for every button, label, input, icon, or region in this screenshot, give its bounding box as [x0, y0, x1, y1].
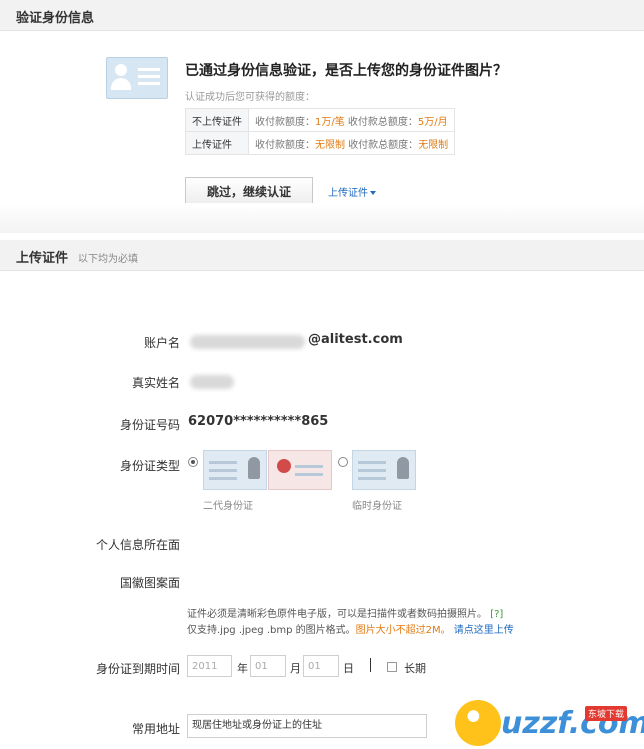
address-label: 常用地址: [131, 722, 180, 736]
upload-section-title: 上传证件: [16, 251, 69, 266]
limit-single: 收付款额度：1万/笔 收付款总额度：5万/月: [247, 108, 456, 132]
realname-label: 真实姓名: [131, 376, 180, 390]
verify-hint: 认证成功后您可获得的额度：: [185, 92, 315, 103]
logo-icon: [455, 700, 501, 746]
expiry-year-input[interactable]: 2011: [187, 655, 232, 677]
table-row: 上传证件 收付款额度：无限制 收付款总额度：无限制: [185, 131, 456, 155]
address-input[interactable]: 现居住地址或身份证上的住址: [187, 714, 427, 738]
idtype-radio-temporary[interactable]: [338, 457, 348, 467]
id-card-icon: [106, 57, 168, 99]
upload-id-link[interactable]: 上传证件: [328, 184, 376, 199]
month-unit: 月: [290, 662, 301, 675]
longterm-checkbox[interactable]: [387, 662, 397, 672]
upload-notice: 证件必须是清晰彩色原件电子版，可以是扫描件或者数码拍摄照片。 [?] 仅支持.j…: [187, 609, 514, 636]
caret-down-icon: [370, 191, 376, 195]
verify-question: 已通过身份信息验证，是否上传您的身份证件图片？: [185, 63, 507, 79]
front-side-label: 个人信息所在面: [95, 538, 180, 552]
second-gen-front-thumb: [203, 450, 267, 490]
help-link[interactable]: [?]: [490, 609, 503, 620]
expiry-day-input[interactable]: 01: [303, 655, 339, 677]
idtype-label: 身份证类型: [119, 459, 180, 473]
idtype-radio-second-gen[interactable]: [188, 457, 198, 467]
idtype-caption-temporary: 临时身份证: [352, 501, 402, 512]
divider: [370, 658, 371, 672]
temporary-id-thumb: [352, 450, 416, 490]
longterm-label: 长期: [404, 662, 426, 675]
idtype-caption-second-gen: 二代身份证: [203, 501, 253, 512]
account-name-blurred: [190, 335, 305, 349]
limits-table: 不上传证件 收付款额度：1万/笔 收付款总额度：5万/月 上传证件 收付款额度：…: [185, 108, 456, 155]
site-watermark: uzzf.com 东坡下载: [455, 700, 644, 746]
limit-label: 不上传证件: [185, 108, 249, 132]
upload-section-header: 上传证件 以下均为必填: [0, 240, 644, 271]
table-row: 不上传证件 收付款额度：1万/笔 收付款总额度：5万/月: [185, 108, 456, 132]
realname-blurred: [190, 375, 234, 389]
expiry-label: 身份证到期时间: [95, 662, 180, 676]
second-gen-back-thumb: [268, 450, 332, 490]
back-side-label: 国徽图案面: [119, 576, 180, 590]
idnum-label: 身份证号码: [119, 418, 180, 432]
upload-here-link[interactable]: 请点这里上传: [454, 625, 514, 636]
account-label: 账户名: [143, 336, 180, 350]
section-divider: [0, 203, 644, 233]
idnum-value: 62070**********865: [188, 414, 329, 429]
limit-label: 上传证件: [185, 131, 249, 155]
upload-section-subtitle: 以下均为必填: [78, 254, 138, 265]
verify-section-title: 验证身份信息: [16, 11, 95, 26]
year-unit: 年: [237, 662, 248, 675]
day-unit: 日: [343, 662, 354, 675]
verify-section-header: 验证身份信息: [0, 0, 644, 31]
limit-single: 收付款额度：无限制 收付款总额度：无限制: [247, 131, 456, 155]
expiry-month-input[interactable]: 01: [250, 655, 286, 677]
account-domain: @alitest.com: [308, 332, 403, 347]
